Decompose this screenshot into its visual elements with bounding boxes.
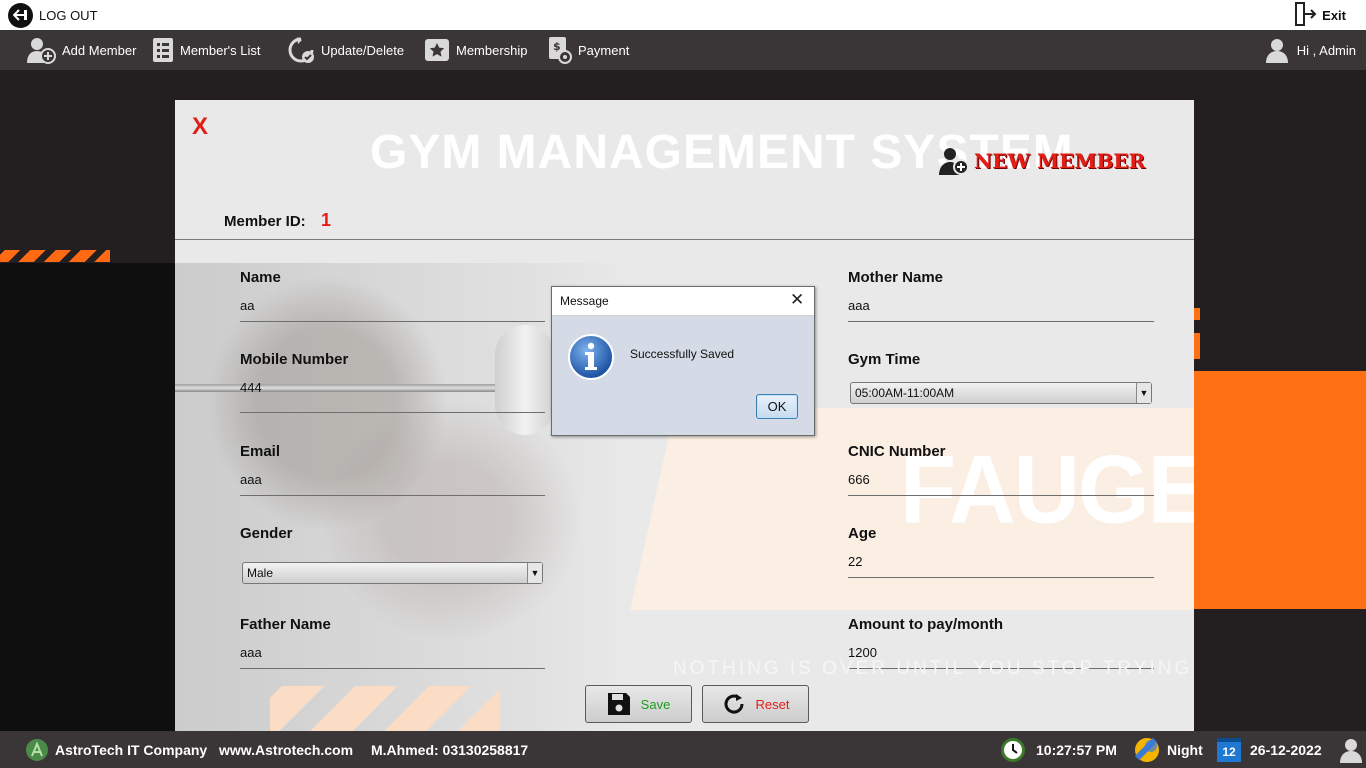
admin-greeting: Hi , Admin [1265, 30, 1356, 70]
age-input[interactable]: 22 [848, 548, 1154, 578]
name-input[interactable]: aa [240, 292, 545, 322]
svg-text:$: $ [553, 40, 561, 53]
gym-photo-panel [0, 263, 175, 731]
admin-greeting-label: Hi , Admin [1296, 42, 1356, 58]
dialog-message: Successfully Saved [630, 347, 735, 361]
clock-time: 10:27:57 PM [1036, 741, 1117, 758]
father-name-input[interactable]: aaa [240, 639, 545, 669]
floppy-disk-icon [607, 693, 630, 715]
day-period-label: Night [1167, 741, 1203, 758]
menu-add-member-label: Add Member [62, 42, 137, 58]
calendar-icon: 12 [1217, 737, 1241, 762]
menu-members-list[interactable]: Member's List [152, 30, 261, 70]
save-button[interactable]: Save [585, 685, 692, 723]
exit-label: Exit [1322, 7, 1346, 23]
info-icon [567, 333, 615, 386]
cnic-label: CNIC Number [848, 443, 946, 460]
menu-payment[interactable]: $ Payment [548, 30, 629, 70]
menu-payment-label: Payment [578, 42, 630, 58]
company-logo-icon [26, 738, 48, 761]
member-id-label: Member ID: [224, 213, 306, 230]
email-label: Email [240, 443, 281, 460]
orange-accent-bar [1194, 333, 1200, 359]
date-label: 26-12-2022 [1250, 741, 1322, 758]
age-label: Age [848, 525, 877, 542]
clock-icon [1001, 737, 1025, 762]
menu-update-delete-label: Update/Delete [321, 42, 405, 58]
date-display: 12 26-12-2022 [1217, 731, 1322, 768]
day-period: Night [1133, 731, 1203, 768]
message-dialog: Message ✕ Successfully Saved OK [551, 286, 815, 436]
logout-button[interactable]: LOG OUT [8, 2, 98, 28]
gym-time-selected-value: 05:00AM-11:00AM [855, 386, 955, 400]
menu-bar: Add Member Member's List Update/Delete M… [0, 30, 1366, 70]
exit-button[interactable]: Exit [1292, 1, 1346, 30]
amount-label: Amount to pay/month [848, 616, 1003, 633]
logout-label: LOG OUT [39, 7, 98, 23]
gym-time-select[interactable]: 05:00AM-11:00AM ▼ [850, 382, 1152, 404]
company-website: www.Astrotech.com [219, 741, 354, 758]
mother-name-input[interactable]: aaa [848, 292, 1154, 322]
calendar-day: 12 [1222, 744, 1236, 759]
dialog-close-icon[interactable]: ✕ [790, 291, 804, 309]
orange-accent-block [1194, 371, 1366, 609]
floor-stripes [270, 686, 500, 731]
ok-button[interactable]: OK [756, 394, 798, 419]
email-input[interactable]: aaa [240, 466, 545, 496]
payment-icon: $ [549, 37, 572, 64]
chevron-down-icon[interactable]: ▼ [1136, 383, 1151, 403]
user-icon [1339, 731, 1363, 768]
menu-membership-label: Membership [456, 42, 528, 58]
night-moon-icon [1134, 737, 1159, 762]
menu-add-member[interactable]: Add Member [26, 30, 136, 70]
mobile-input[interactable]: 444 [240, 374, 545, 413]
header-divider [175, 239, 1194, 240]
gym-time-label: Gym Time [848, 351, 921, 368]
reset-icon [724, 694, 744, 714]
add-member-icon [27, 38, 56, 64]
company-name: AstroTech IT Company [55, 741, 208, 758]
name-label: Name [240, 269, 281, 286]
star-icon [425, 39, 449, 61]
company-info: AstroTech IT Company [25, 731, 207, 768]
company-contact: M.Ahmed: 03130258817 [371, 741, 529, 758]
gender-selected-value: Male [247, 566, 274, 580]
father-name-label: Father Name [240, 616, 331, 633]
mobile-label: Mobile Number [240, 351, 349, 368]
status-bar: AstroTech IT Company www.Astrotech.com M… [0, 731, 1366, 768]
save-label: Save [640, 696, 671, 712]
menu-update-delete[interactable]: Update/Delete [287, 30, 404, 70]
clock-display: 10:27:57 PM [1000, 731, 1117, 768]
reset-button[interactable]: Reset [702, 685, 809, 723]
gender-label: Gender [240, 525, 293, 542]
exit-door-icon [1292, 1, 1318, 30]
member-id-value: 1 [321, 210, 332, 230]
menu-membership[interactable]: Membership [424, 30, 528, 70]
refresh-check-icon [288, 37, 314, 63]
menu-members-list-label: Member's List [180, 42, 261, 58]
dialog-title: Message [560, 294, 609, 308]
dialog-title-bar[interactable]: Message ✕ [552, 287, 814, 316]
logout-icon [8, 2, 33, 28]
top-bar: LOG OUT Exit [0, 0, 1366, 30]
hazard-stripes [0, 250, 110, 262]
close-form-button[interactable]: X [192, 113, 208, 141]
new-member-label: NEW MEMBER [974, 149, 1146, 173]
new-member-heading: NEW MEMBER [938, 146, 1145, 176]
reset-label: Reset [755, 696, 790, 712]
mother-name-label: Mother Name [848, 269, 944, 286]
orange-accent-bar [1194, 308, 1200, 320]
user-icon [1265, 39, 1288, 63]
motto-text: NOTHING IS OVER UNTIL YOU STOP TRYING [673, 658, 1193, 679]
add-member-icon [939, 148, 969, 175]
list-icon [153, 38, 173, 62]
cnic-input[interactable]: 666 [848, 466, 1154, 496]
chevron-down-icon[interactable]: ▼ [527, 563, 542, 583]
gender-select[interactable]: Male ▼ [242, 562, 543, 584]
